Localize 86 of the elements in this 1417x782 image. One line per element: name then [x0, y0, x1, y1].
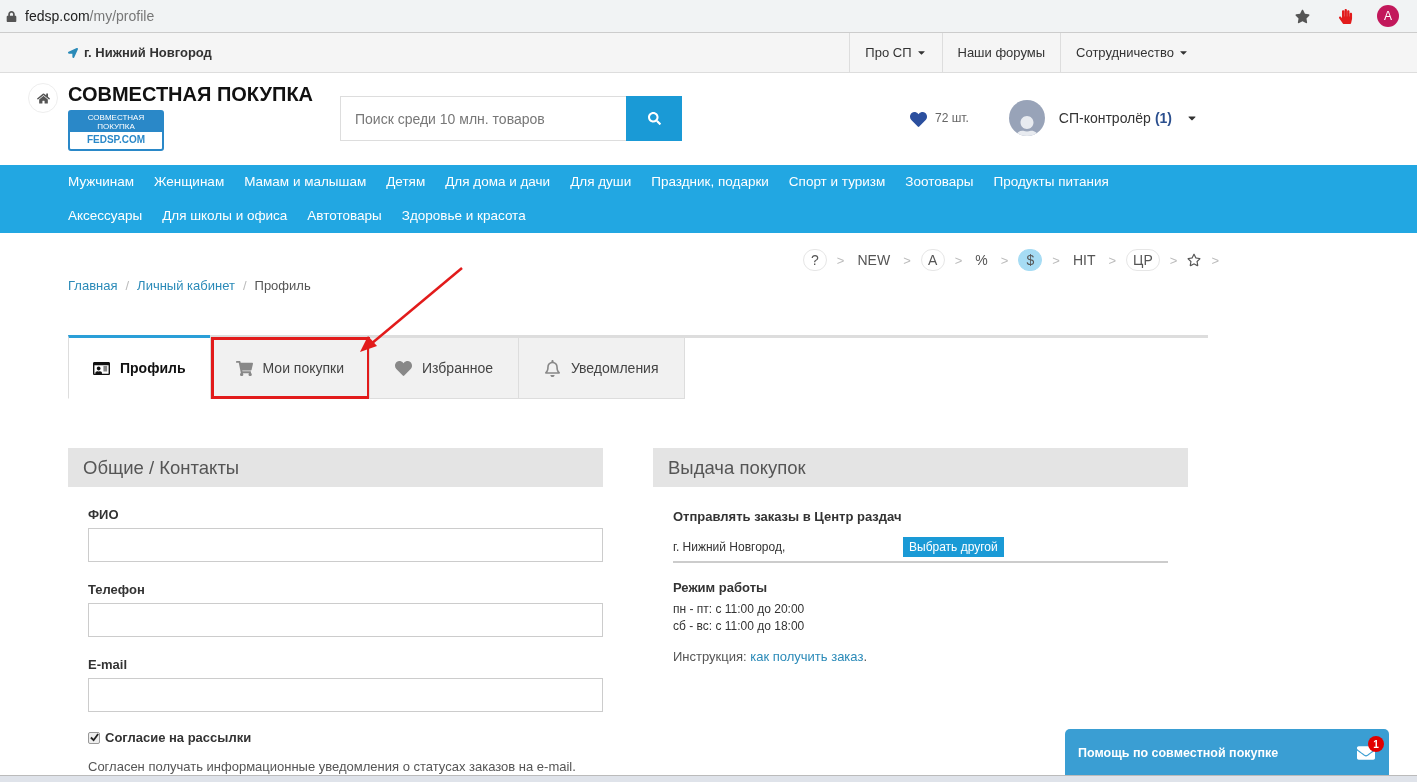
- category-link[interactable]: Женщинам: [154, 172, 225, 192]
- search-field[interactable]: Поиск среди 10 млн. товаров: [340, 96, 626, 141]
- change-point-button[interactable]: Выбрать другой: [903, 537, 1004, 557]
- consent-checkbox[interactable]: [88, 731, 100, 744]
- breadcrumb-separator: /: [242, 278, 247, 295]
- pickup-subtitle: Отправлять заказы в Центр раздач: [673, 509, 903, 524]
- category-link[interactable]: Зоотовары: [905, 172, 974, 192]
- field-label: ФИО: [88, 507, 120, 522]
- category-link[interactable]: Праздник, подарки: [651, 172, 769, 192]
- filter-separator: >: [903, 252, 911, 268]
- filter-separator: >: [1108, 252, 1117, 268]
- hours-line: сб - вс: с 11:00 до 18:00: [673, 618, 806, 635]
- category-link[interactable]: Мужчинам: [68, 172, 134, 192]
- filter-separator: >: [836, 252, 845, 268]
- filter-separator: >: [954, 252, 963, 268]
- profile-tab[interactable]: Мои покупки: [209, 338, 370, 399]
- heart-icon: [395, 359, 413, 377]
- filter-badge[interactable]: $: [1018, 249, 1043, 271]
- hours-title: Режим работы: [673, 580, 769, 595]
- cart-icon: [235, 359, 253, 377]
- input-field[interactable]: [88, 528, 603, 562]
- filter-badge[interactable]: ?: [802, 249, 827, 271]
- breadcrumb-link[interactable]: Личный кабинет: [137, 278, 235, 335]
- breadcrumb-link[interactable]: Главная: [68, 278, 118, 335]
- search-button[interactable]: [626, 96, 682, 141]
- profile-tab[interactable]: Избранное: [369, 338, 518, 399]
- logo-text: FEDSP.COM: [86, 133, 146, 147]
- category-link[interactable]: Аксессуары: [68, 206, 143, 226]
- category-link[interactable]: Автотовары: [307, 206, 382, 226]
- profile-tab[interactable]: Профиль: [68, 335, 210, 399]
- filter-separator: >: [1000, 252, 1009, 268]
- lock-icon: [6, 10, 17, 22]
- input-field[interactable]: [88, 678, 603, 712]
- home-icon: [36, 91, 50, 105]
- user-menu[interactable]: СП-контролёр (1): [1008, 100, 1198, 136]
- pickup-address: г. Нижний Новгород,: [673, 540, 787, 554]
- profile-tab[interactable]: Уведомления: [518, 338, 685, 399]
- field-label: E-mail: [88, 657, 128, 672]
- user-name: СП-контролёр (1): [1058, 110, 1172, 126]
- bookmark-star-icon[interactable]: [1295, 8, 1310, 24]
- filter-separator: >: [1052, 252, 1060, 268]
- field-label: Телефон: [88, 582, 146, 597]
- section-header: Общие / Контакты: [68, 448, 603, 487]
- category-link[interactable]: Для школы и офиса: [162, 206, 288, 226]
- top-nav-link[interactable]: Наши форумы: [941, 33, 1061, 72]
- category-link[interactable]: Для дома и дачи: [445, 172, 551, 192]
- top-nav-link[interactable]: Про СП: [849, 33, 942, 72]
- filter-badge[interactable]: A: [920, 249, 945, 271]
- search-icon: [647, 112, 661, 125]
- filter-separator: >: [1169, 252, 1178, 268]
- site-logo[interactable]: СОВМЕСТНАЯ ПОКУПКА FEDSP.COM: [68, 110, 164, 151]
- hours-line: пн - пт: с 11:00 до 20:00: [673, 601, 806, 618]
- breadcrumb-separator: /: [125, 278, 130, 295]
- section-header: Выдача покупок: [653, 448, 1188, 487]
- star-icon[interactable]: [1187, 253, 1202, 267]
- filter-link[interactable]: HIT: [1069, 252, 1099, 268]
- location-arrow-icon: [68, 47, 78, 58]
- url-path[interactable]: /my/profile: [89, 8, 155, 24]
- bell-icon: [544, 359, 561, 377]
- input-field[interactable]: [88, 603, 603, 637]
- hand-icon[interactable]: [1338, 8, 1353, 24]
- site-title: СОВМЕСТНАЯ ПОКУПКА: [68, 83, 315, 106]
- category-link[interactable]: Детям: [386, 172, 426, 192]
- heart-icon: [910, 111, 927, 128]
- filter-link[interactable]: %: [972, 252, 991, 268]
- category-link[interactable]: Спорт и туризм: [788, 172, 886, 192]
- filter-badge[interactable]: ЦР: [1126, 249, 1160, 271]
- breadcrumb-link[interactable]: Профиль: [254, 278, 311, 335]
- logo-caption: СОВМЕСТНАЯ ПОКУПКА: [70, 112, 162, 132]
- filter-separator: >: [1211, 252, 1219, 268]
- filter-link[interactable]: NEW: [854, 252, 894, 268]
- profile-avatar[interactable]: A: [1377, 5, 1399, 27]
- id-card-icon: [93, 359, 110, 377]
- notification-badge: 1: [1368, 736, 1384, 752]
- url-domain[interactable]: fedsp.com: [25, 8, 90, 24]
- favorites-link[interactable]: 72 шт.: [910, 111, 969, 128]
- consent-label: Согласие на рассылки: [105, 730, 252, 745]
- city-selector[interactable]: г. Нижний Новгород: [68, 33, 850, 72]
- category-link[interactable]: Продукты питания: [993, 172, 1109, 192]
- category-link[interactable]: Здоровье и красота: [401, 206, 526, 226]
- top-nav-link[interactable]: Сотрудничество: [1060, 33, 1204, 72]
- help-chat-widget[interactable]: Помощь по совместной покупке 1: [1065, 729, 1389, 777]
- category-link[interactable]: Мамам и малышам: [244, 172, 367, 192]
- consent-note: Согласен получать информационные уведомления о статусах заказов на e-mail.: [88, 759, 577, 774]
- instruction-text: Инструкция: как получить заказ.: [673, 649, 868, 664]
- category-link[interactable]: Для души: [570, 172, 632, 192]
